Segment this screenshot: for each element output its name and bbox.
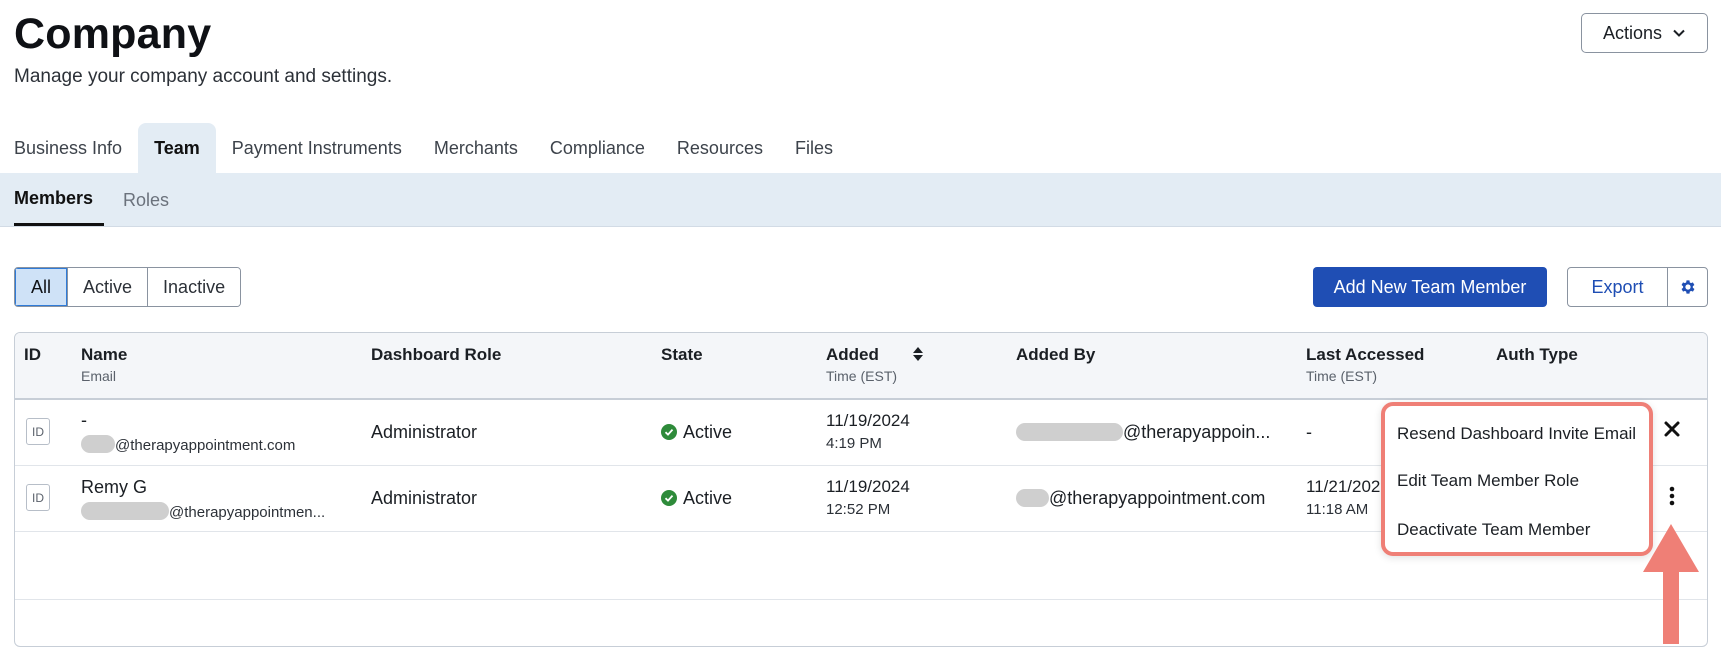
added-by-cell: @therapyappoin... [1016,422,1270,443]
actions-label: Actions [1602,22,1663,43]
last-accessed-cell: 11/21/202 11:18 AM [1306,477,1380,518]
check-circle-icon [661,490,677,506]
added-time: 12:52 PM [826,501,891,518]
header-last-accessed-sub: Time (EST) [1306,368,1378,384]
header-added[interactable]: Added Time (EST) [826,345,897,384]
header-state: State [661,345,703,364]
member-email: @therapyappointmen... [81,502,325,521]
chevron-down-icon [1673,29,1685,37]
kebab-icon[interactable] [1663,484,1681,508]
redacted-text [81,502,169,520]
tab-business-info[interactable]: Business Info [0,123,138,173]
check-circle-icon [661,424,677,440]
page-title: Company [14,10,212,58]
header-added-label: Added [826,345,879,364]
header-name: Name Email [81,345,127,384]
state-cell: Active [661,488,732,509]
added-by-email: @therapyappoin... [1123,422,1271,442]
member-email: @therapyappointment.com [81,435,295,454]
tab-team[interactable]: Team [138,123,216,173]
row-actions-menu: Resend Dashboard Invite Email Edit Team … [1381,402,1653,556]
sort-icon[interactable] [912,346,924,362]
header-last-accessed-label: Last Accessed [1306,345,1425,364]
added-date: 11/19/2024 [826,411,910,430]
filter-all-button[interactable]: All [15,268,68,306]
header-name-label: Name [81,345,128,364]
header-added-by: Added By [1016,345,1096,364]
last-accessed: - [1306,422,1312,442]
state-label: Active [683,488,733,508]
tab-payment-instruments[interactable]: Payment Instruments [216,123,418,173]
dashboard-role: Administrator [371,422,478,442]
page-subtitle: Manage your company account and settings… [14,66,393,87]
member-name-cell: - @therapyappointment.com [81,410,295,454]
arrow-up-icon [1643,524,1699,644]
last-accessed: 11/21/202 [1306,477,1381,496]
filter-active-button[interactable]: Active [67,268,148,306]
id-badge[interactable]: ID [26,418,50,445]
actions-button[interactable]: Actions [1581,13,1708,53]
table-header: ID Name Email Dashboard Role State Added… [15,333,1707,400]
id-badge[interactable]: ID [26,484,50,511]
added-date: 11/19/2024 [826,477,910,496]
add-team-member-button[interactable]: Add New Team Member [1313,267,1547,307]
tab-files[interactable]: Files [779,123,849,173]
edit-role-menu-item[interactable]: Edit Team Member Role [1397,471,1579,491]
state-filter-group: All Active Inactive [14,267,242,307]
main-tabs: Business Info Team Payment Instruments M… [0,123,849,173]
header-auth-type: Auth Type [1496,345,1578,364]
added-time: 4:19 PM [826,435,882,452]
export-button[interactable]: Export [1567,267,1668,307]
member-name: Remy G [81,477,148,497]
added-by-email: @therapyappointment.com [1049,488,1266,508]
tab-compliance[interactable]: Compliance [534,123,661,173]
state-label: Active [683,422,733,442]
added-by-cell: @therapyappointment.com [1016,488,1265,509]
subtab-members[interactable]: Members [14,173,104,226]
subtab-roles[interactable]: Roles [123,173,169,227]
header-role: Dashboard Role [371,345,502,364]
sub-navigation: Members Roles [0,173,1721,227]
header-name-sub: Email [81,368,117,384]
added-cell: 11/19/2024 12:52 PM [826,477,910,518]
table-settings-button[interactable] [1667,267,1708,307]
tab-merchants[interactable]: Merchants [418,123,534,173]
deactivate-member-menu-item[interactable]: Deactivate Team Member [1397,520,1590,540]
last-accessed-time: 11:18 AM [1306,501,1369,518]
redacted-text [1016,423,1123,441]
gear-icon [1681,280,1694,294]
member-name-cell: Remy G @therapyappointmen... [81,477,325,521]
state-cell: Active [661,422,732,443]
resend-invite-menu-item[interactable]: Resend Dashboard Invite Email [1397,424,1636,444]
header-id: ID [24,345,41,364]
added-cell: 11/19/2024 4:19 PM [826,411,910,452]
redacted-text [81,435,115,453]
close-icon[interactable] [1661,418,1683,440]
dashboard-role: Administrator [371,488,478,508]
redacted-text [1016,489,1049,507]
header-last-accessed: Last Accessed Time (EST) [1306,345,1424,384]
header-added-sub: Time (EST) [826,368,898,384]
tab-resources[interactable]: Resources [661,123,779,173]
filter-inactive-button[interactable]: Inactive [147,268,241,306]
member-name: - [81,410,87,430]
